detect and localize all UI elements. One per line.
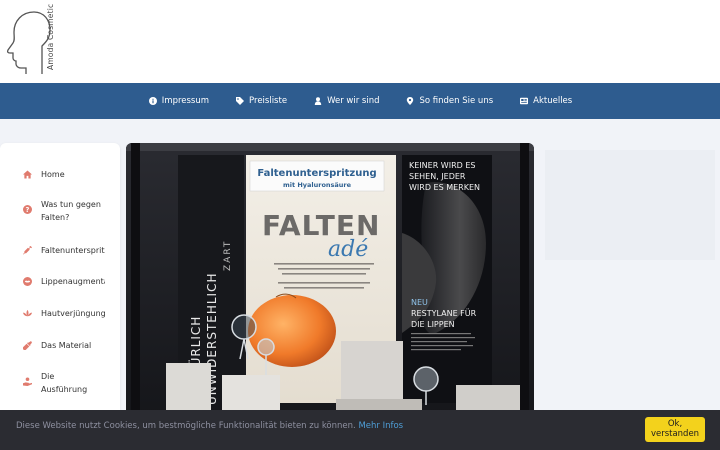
sidebar-item-label: Das Material <box>41 341 92 350</box>
nav-item-label: So finden Sie uns <box>419 96 494 106</box>
lips-icon <box>22 276 32 286</box>
nav-item-label: Wer wir sind <box>327 96 380 106</box>
cookie-accept-label-1: Ok, <box>667 419 683 429</box>
nav-item-preisliste[interactable]: Preisliste <box>235 96 287 106</box>
cookie-message: Diese Website nutzt Cookies, um bestmögl… <box>16 421 356 431</box>
question-icon: ? <box>22 204 32 214</box>
sidebar-item-home[interactable]: Home <box>22 168 105 181</box>
right-poster-product-1: RESTYLANE FÜR <box>411 308 477 318</box>
poster-title: Faltenunterspritzung <box>257 168 376 179</box>
sidebar-item-die-ausfuehrung[interactable]: Die Ausführung <box>22 370 91 396</box>
home-icon <box>22 169 32 179</box>
sidebar-item-das-material[interactable]: Das Material <box>22 339 105 352</box>
sidebar-item-label: Home <box>41 170 65 179</box>
sidebar-item-hautverjuengung[interactable]: Hautverjüngung <box>22 307 105 320</box>
map-marker-icon <box>405 96 415 106</box>
nav-item-impressum[interactable]: Impressum <box>148 96 209 106</box>
tag-icon <box>235 96 245 106</box>
nav-item-label: Aktuelles <box>533 96 573 106</box>
right-poster-line-3: WIRD ES MERKEN <box>409 183 480 192</box>
shop-window-photo: NATÜRLICH UNWIDERSTEHLICH ZART Faltenunt… <box>126 143 534 418</box>
logo-text: Amoda Cosmetic <box>46 3 55 70</box>
nav-item-wer-wir-sind[interactable]: Wer wir sind <box>313 96 379 106</box>
sidebar-item-label: Lippenaugmentation <box>41 277 105 286</box>
sidebar-item-lippenaugmentation[interactable]: Lippenaugmentation <box>22 275 105 288</box>
right-poster-line-1: KEINER WIRD ES <box>409 161 475 170</box>
sidebar-item-faltenunterspritzung[interactable]: Faltenunterspritzung <box>22 244 105 257</box>
cookie-accept-label-2: verstanden <box>650 429 700 439</box>
cookie-accept-button[interactable]: Ok, verstanden <box>645 417 705 442</box>
lotus-icon <box>22 308 32 318</box>
eyedropper-icon <box>22 340 32 350</box>
faded-decoration <box>545 150 715 260</box>
top-navigation: Impressum Preisliste Wer wir sind So fin… <box>0 83 720 119</box>
sidebar-item-was-tun-gegen-falten[interactable]: ? Was tun gegen Falten? <box>22 198 105 224</box>
right-poster-line-2: SEHEN, JEDER <box>409 172 466 181</box>
sidebar-item-label: Faltenunterspritzung <box>41 246 105 255</box>
poster-subtitle: mit Hyaluronsäure <box>283 181 352 189</box>
right-poster-neu: NEU <box>411 298 428 307</box>
user-icon <box>313 96 323 106</box>
cookie-banner: Diese Website nutzt Cookies, um bestmögl… <box>0 410 720 450</box>
nav-item-label: Impressum <box>161 96 210 106</box>
newspaper-icon <box>519 96 529 106</box>
hand-icon <box>22 376 32 386</box>
nav-item-label: Preisliste <box>249 96 288 106</box>
sidebar-item-label: Die Ausführung <box>41 372 88 394</box>
sidebar-menu: Home ? Was tun gegen Falten? Faltenunter… <box>0 143 120 418</box>
svg-text:?: ? <box>25 206 29 214</box>
cookie-text: Diese Website nutzt Cookies, um bestmögl… <box>16 421 403 431</box>
svg-text:ZART: ZART <box>223 240 233 271</box>
cookie-more-info-link[interactable]: Mehr Infos <box>358 421 403 431</box>
info-icon <box>148 96 158 106</box>
poster-headline-accent: adé <box>328 237 368 262</box>
sidebar-item-label: Was tun gegen Falten? <box>41 200 101 222</box>
nav-item-aktuelles[interactable]: Aktuelles <box>519 96 572 106</box>
shop-window-illustration: NATÜRLICH UNWIDERSTEHLICH ZART Faltenunt… <box>126 143 534 418</box>
right-poster-product-2: DIE LIPPEN <box>411 320 455 329</box>
syringe-icon <box>22 245 32 255</box>
sidebar-item-label: Hautverjüngung <box>41 309 105 318</box>
site-header: Amoda Cosmetic <box>0 0 720 83</box>
nav-item-so-finden-sie-uns[interactable]: So finden Sie uns <box>405 96 493 106</box>
